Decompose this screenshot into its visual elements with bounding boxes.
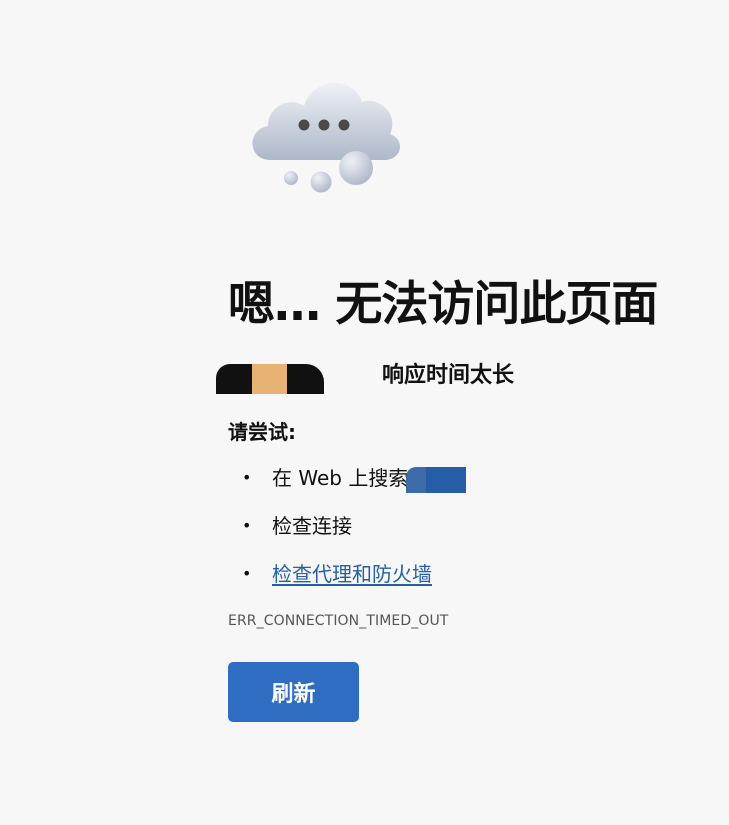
check-proxy-firewall-link[interactable]: 检查代理和防火墙 bbox=[272, 562, 432, 586]
redacted-host bbox=[216, 364, 324, 394]
try-title: 请尝试: bbox=[228, 420, 296, 444]
suggestion-check-connection: • 检查连接 bbox=[228, 512, 708, 560]
redacted-search-term bbox=[406, 466, 467, 493]
bullet: • bbox=[242, 468, 252, 487]
page-title: 嗯… 无法访问此页面 bbox=[228, 277, 658, 332]
suggestion-search: • 在 Web 上搜索 bbox=[228, 464, 708, 512]
error-page: 嗯… 无法访问此页面 响应时间太长 请尝试: • 在 Web 上搜索 • 检查连… bbox=[0, 0, 729, 825]
bullet: • bbox=[242, 564, 252, 583]
bullet: • bbox=[242, 516, 252, 535]
refresh-button[interactable]: 刷新 bbox=[228, 662, 359, 722]
suggestion-check-connection-label: 检查连接 bbox=[272, 514, 352, 538]
error-subline: 响应时间太长 bbox=[216, 362, 708, 402]
suggestion-search-label: 在 Web 上搜索 bbox=[272, 466, 409, 490]
suggestion-check-proxy: • 检查代理和防火墙 bbox=[228, 560, 708, 608]
error-description: 响应时间太长 bbox=[382, 363, 515, 388]
suggestion-list: • 在 Web 上搜索 • 检查连接 • 检查代理和防火墙 bbox=[228, 464, 708, 608]
error-code: ERR_CONNECTION_TIMED_OUT bbox=[228, 613, 449, 629]
cloud-ellipsis-icon bbox=[240, 72, 410, 202]
error-content: 嗯… 无法访问此页面 响应时间太长 请尝试: • 在 Web 上搜索 • 检查连… bbox=[216, 270, 708, 722]
